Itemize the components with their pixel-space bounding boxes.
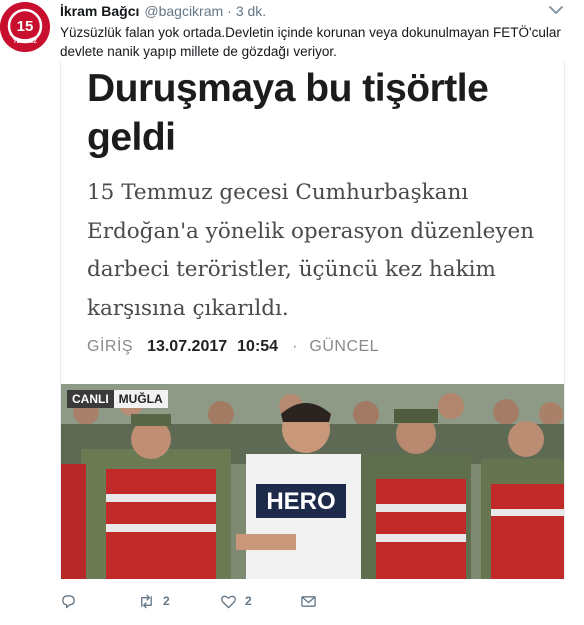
tweet-time[interactable]: 3 dk. xyxy=(236,3,266,19)
retweet-button[interactable]: 2 xyxy=(138,591,170,611)
reply-icon xyxy=(62,594,75,608)
meta-separator: · xyxy=(292,338,298,355)
card-summary: 15 Temmuz gecesi Cumhurbaşkanı Erdoğan'a… xyxy=(87,180,535,321)
retweet-icon xyxy=(141,594,152,608)
envelope-icon xyxy=(301,595,316,607)
author-handle[interactable]: @bagcikram xyxy=(144,3,223,19)
updated-label: GÜNCEL xyxy=(309,338,380,355)
card-headline: Duruşmaya bu tişörtle geldi xyxy=(87,67,489,159)
location-label: MUĞLA xyxy=(113,390,168,408)
chevron-down-icon[interactable] xyxy=(548,4,564,16)
avatar[interactable]: 15 TEMMUZ xyxy=(0,2,50,52)
card-photo: HERO CANLI MUĞLA xyxy=(61,384,564,579)
card-meta: GİRİŞ 13.07.2017 10:54 · GÜNCEL xyxy=(87,335,379,359)
live-label: CANLI xyxy=(67,390,114,408)
heart-icon xyxy=(221,595,236,608)
shirt-text: HERO xyxy=(266,488,335,515)
retweet-count: 2 xyxy=(163,594,170,608)
like-count: 2 xyxy=(245,594,252,608)
entry-time: 10:54 xyxy=(237,338,279,355)
header-separator: · xyxy=(227,3,232,19)
link-card[interactable]: Duruşmaya bu tişörtle geldi 15 Temmuz ge… xyxy=(60,62,565,579)
entry-date: 13.07.2017 xyxy=(147,338,228,355)
tweet-header: İkram Bağcı @bagcikram · 3 dk. xyxy=(60,3,266,21)
live-badge: CANLI MUĞLA xyxy=(67,390,168,408)
tweet: 15 TEMMUZ İkram Bağcı @bagcikram · 3 dk.… xyxy=(0,0,584,625)
reply-button[interactable] xyxy=(60,591,77,611)
entry-label: GİRİŞ xyxy=(87,338,134,355)
avatar-logo-icon: 15 TEMMUZ xyxy=(0,2,50,52)
courtroom-photo: HERO xyxy=(61,384,564,579)
like-button[interactable]: 2 xyxy=(220,591,252,611)
author-name[interactable]: İkram Bağcı xyxy=(60,3,139,19)
tweet-actions: 2 2 xyxy=(60,591,380,611)
avatar-label: TEMMUZ xyxy=(13,39,37,45)
direct-message-button[interactable] xyxy=(300,591,317,611)
tweet-text: Yüzsüzlük falan yok ortada.Devletin için… xyxy=(60,25,561,59)
avatar-number: 15 xyxy=(17,18,34,35)
